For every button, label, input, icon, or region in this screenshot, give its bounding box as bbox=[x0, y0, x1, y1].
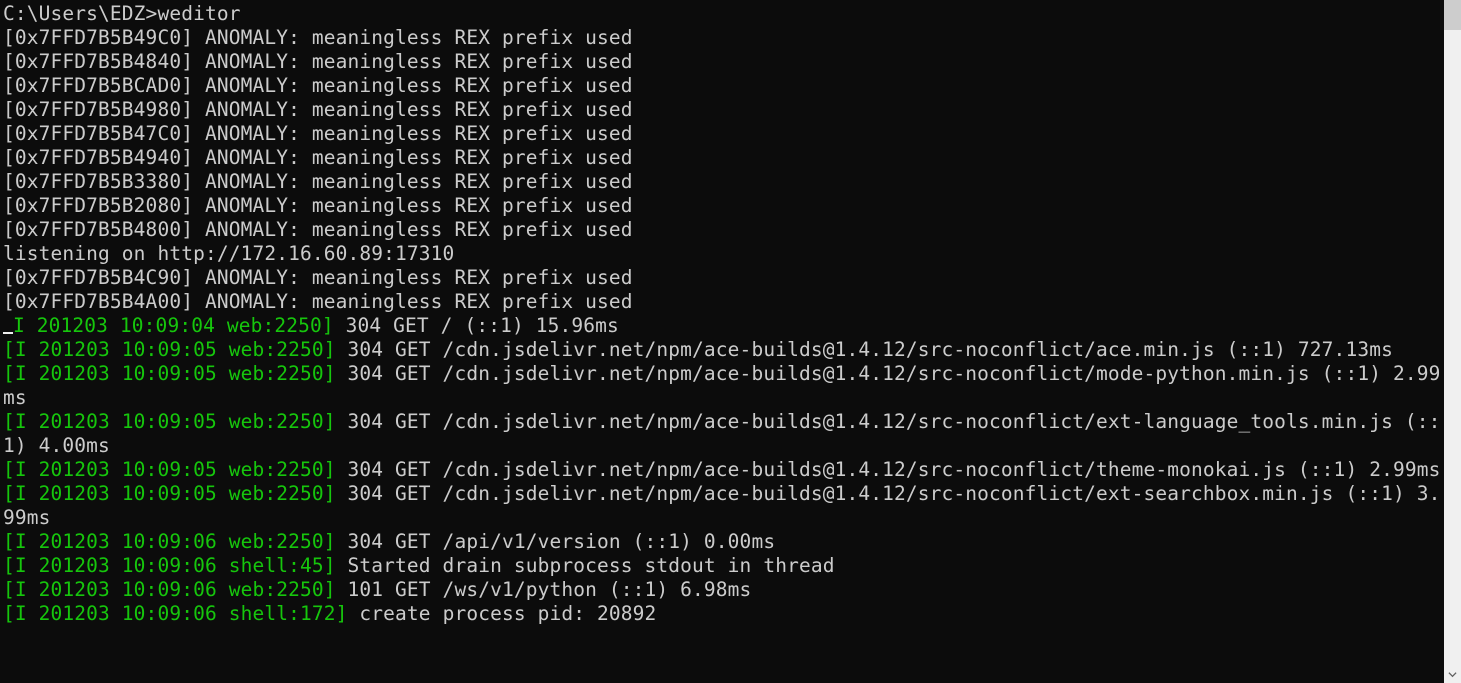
scrollbar-thumb[interactable] bbox=[1444, 0, 1461, 30]
log-message: 304 GET / (::1) 15.96ms bbox=[334, 314, 619, 337]
anomaly-line: [0x7FFD7B5B4A00] ANOMALY: meaningless RE… bbox=[3, 290, 1441, 314]
vertical-scrollbar[interactable] bbox=[1444, 0, 1461, 683]
listening-line: listening on http://172.16.60.89:17310 bbox=[3, 242, 1441, 266]
log-line: [I 201203 10:09:06 web:2250] 101 GET /ws… bbox=[3, 578, 1441, 602]
log-message: 101 GET /ws/v1/python (::1) 6.98ms bbox=[336, 578, 752, 601]
log-prefix: [I 201203 10:09:06 web:2250] bbox=[3, 578, 336, 601]
log-line: [I 201203 10:09:06 web:2250] 304 GET /ap… bbox=[3, 530, 1441, 554]
terminal-output[interactable]: C:\Users\EDZ>weditor [0x7FFD7B5B49C0] AN… bbox=[0, 0, 1444, 683]
log-message: 304 GET /api/v1/version (::1) 0.00ms bbox=[336, 530, 776, 553]
scrollbar-arrow-down-icon[interactable] bbox=[1444, 666, 1461, 683]
log-line: [I 201203 10:09:06 shell:45] Started dra… bbox=[3, 554, 1441, 578]
log-prefix: [I 201203 10:09:05 web:2250] bbox=[3, 362, 336, 385]
log-prefix: [I 201203 10:09:05 web:2250] bbox=[3, 338, 336, 361]
log-line: I 201203 10:09:04 web:2250] 304 GET / (:… bbox=[3, 314, 1441, 338]
log-line: [I 201203 10:09:05 web:2250] 304 GET /cd… bbox=[3, 362, 1441, 410]
log-line: [I 201203 10:09:05 web:2250] 304 GET /cd… bbox=[3, 338, 1441, 362]
prompt-line: C:\Users\EDZ>weditor bbox=[3, 2, 1441, 26]
log-line: [I 201203 10:09:05 web:2250] 304 GET /cd… bbox=[3, 458, 1441, 482]
anomaly-line: [0x7FFD7B5B49C0] ANOMALY: meaningless RE… bbox=[3, 26, 1441, 50]
anomaly-line: [0x7FFD7B5B47C0] ANOMALY: meaningless RE… bbox=[3, 122, 1441, 146]
log-message: create process pid: 20892 bbox=[348, 602, 657, 625]
anomaly-line: [0x7FFD7B5BCAD0] ANOMALY: meaningless RE… bbox=[3, 74, 1441, 98]
anomaly-line: [0x7FFD7B5B4980] ANOMALY: meaningless RE… bbox=[3, 98, 1441, 122]
log-line: [I 201203 10:09:06 shell:172] create pro… bbox=[3, 602, 1441, 626]
prompt-path: C:\Users\EDZ> bbox=[3, 2, 157, 25]
anomaly-line: [0x7FFD7B5B4800] ANOMALY: meaningless RE… bbox=[3, 218, 1441, 242]
log-message: 304 GET /cdn.jsdelivr.net/npm/ace-builds… bbox=[336, 338, 1393, 361]
log-message: Started drain subprocess stdout in threa… bbox=[336, 554, 835, 577]
log-prefix: [I 201203 10:09:06 shell:172] bbox=[3, 602, 348, 625]
anomaly-line: [0x7FFD7B5B4C90] ANOMALY: meaningless RE… bbox=[3, 266, 1441, 290]
log-prefix: [I 201203 10:09:05 web:2250] bbox=[3, 458, 336, 481]
anomaly-line: [0x7FFD7B5B2080] ANOMALY: meaningless RE… bbox=[3, 194, 1441, 218]
log-message: 304 GET /cdn.jsdelivr.net/npm/ace-builds… bbox=[336, 458, 1441, 481]
log-prefix: [I 201203 10:09:05 web:2250] bbox=[3, 482, 336, 505]
log-line: [I 201203 10:09:05 web:2250] 304 GET /cd… bbox=[3, 410, 1441, 458]
anomaly-line: [0x7FFD7B5B4840] ANOMALY: meaningless RE… bbox=[3, 50, 1441, 74]
cursor-icon bbox=[3, 332, 13, 334]
log-prefix: I 201203 10:09:04 web:2250] bbox=[13, 314, 334, 337]
anomaly-line: [0x7FFD7B5B3380] ANOMALY: meaningless RE… bbox=[3, 170, 1441, 194]
log-prefix: [I 201203 10:09:05 web:2250] bbox=[3, 410, 336, 433]
log-prefix: [I 201203 10:09:06 shell:45] bbox=[3, 554, 336, 577]
anomaly-line: [0x7FFD7B5B4940] ANOMALY: meaningless RE… bbox=[3, 146, 1441, 170]
log-prefix: [I 201203 10:09:06 web:2250] bbox=[3, 530, 336, 553]
log-line: [I 201203 10:09:05 web:2250] 304 GET /cd… bbox=[3, 482, 1441, 530]
command-text: weditor bbox=[157, 2, 240, 25]
